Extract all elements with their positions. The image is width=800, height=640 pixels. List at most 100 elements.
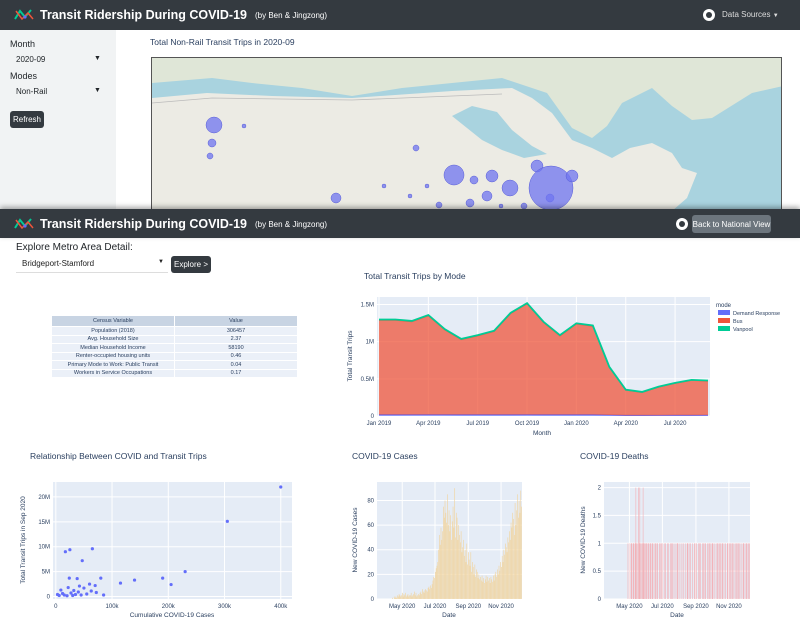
- github-icon[interactable]: [703, 9, 715, 21]
- bar: [418, 594, 419, 599]
- bar: [407, 594, 409, 599]
- bar: [637, 543, 639, 599]
- national-map[interactable]: [151, 57, 782, 210]
- bar: [662, 543, 664, 599]
- scatter-point: [94, 590, 98, 595]
- scatter-point: [75, 576, 79, 581]
- caret-down-icon: ▼: [772, 13, 779, 19]
- bar: [723, 543, 725, 599]
- scatter-point: [93, 583, 97, 588]
- mode-chart-title: Total Transit Trips by Mode: [364, 271, 466, 281]
- bar: [426, 590, 427, 599]
- bar: [635, 487, 637, 599]
- bar: [738, 543, 739, 599]
- metro-select[interactable]: Bridgeport-Stamford ▼: [16, 256, 168, 273]
- y-tick-label: 5M: [42, 570, 50, 576]
- data-sources-dropdown[interactable]: Data Sources ▼: [722, 10, 779, 19]
- month-select[interactable]: 2020-09 ▼: [16, 55, 101, 64]
- modes-select[interactable]: Non-Rail ▼: [16, 87, 101, 96]
- legend[interactable]: Demand Response Bus Vanpool: [718, 310, 780, 333]
- refresh-button[interactable]: Refresh: [10, 111, 44, 128]
- bar: [686, 543, 688, 599]
- bar: [405, 592, 406, 599]
- bar: [746, 543, 748, 599]
- bar: [392, 597, 393, 599]
- scatter-point: [62, 593, 66, 597]
- metro-detail-heading: Explore Metro Area Detail:: [16, 242, 133, 253]
- x-tick-label: Oct 2019: [515, 421, 540, 427]
- bar: [720, 543, 722, 599]
- bar: [748, 543, 749, 599]
- bar: [707, 543, 708, 599]
- bar: [480, 580, 482, 599]
- deaths-chart[interactable]: May 2020 Jul 2020 Sep 2020 Nov 2020 0 0.5 1 1.…: [574, 478, 756, 622]
- bar: [410, 595, 411, 599]
- bar: [476, 571, 478, 599]
- scatter-point: [72, 588, 76, 593]
- scatter-point: [85, 592, 89, 596]
- bar: [639, 487, 641, 599]
- bar: [433, 576, 435, 599]
- bar: [443, 506, 444, 599]
- bar: [506, 552, 508, 599]
- scatter-chart[interactable]: 0 100k 200k 300k 400k 0 5M 10M 15M 20M Cumulativ…: [12, 478, 302, 622]
- mode-chart[interactable]: Jan 2019 Apr 2019 Jul 2019 Oct 2019 Jan 2020…: [340, 288, 790, 440]
- bar: [459, 542, 461, 599]
- transit-logo-icon: [14, 9, 34, 21]
- bar: [489, 582, 491, 599]
- y-tick-label: 20: [367, 572, 374, 578]
- bar: [629, 543, 631, 599]
- brand[interactable]: Transit Ridership During COVID-19 (by Be…: [14, 216, 327, 232]
- x-axis-ticks: May 2020 Jul 2020 Sep 2020 Nov 2020: [616, 604, 742, 610]
- bar: [507, 537, 509, 599]
- bar: [734, 543, 736, 599]
- x-axis-ticks: May 2020 Jul 2020 Sep 2020 Nov 2020: [389, 604, 514, 610]
- x-tick-label: Jan 2019: [367, 421, 392, 427]
- cases-chart[interactable]: May 2020 Jul 2020 Sep 2020 Nov 2020 0 20 40 60…: [346, 478, 528, 622]
- scatter-point: [279, 485, 283, 489]
- bar: [650, 543, 651, 599]
- legend-swatch: [718, 318, 730, 323]
- bar: [474, 564, 476, 599]
- bar: [450, 515, 451, 599]
- explore-button[interactable]: Explore >: [171, 256, 211, 273]
- bar: [414, 591, 415, 599]
- brand[interactable]: Transit Ridership During COVID-19 (by Be…: [14, 7, 327, 23]
- scatter-point: [79, 593, 83, 597]
- bar: [640, 543, 641, 599]
- y-tick-label: 0: [47, 595, 51, 601]
- bar: [633, 543, 635, 599]
- bar: [667, 543, 668, 599]
- y-axis-title: New COVID-19 Deaths: [580, 506, 587, 574]
- bar: [406, 595, 408, 599]
- bar: [703, 543, 704, 599]
- bar: [462, 547, 464, 599]
- bar: [512, 512, 514, 599]
- bar: [513, 518, 514, 599]
- bar: [432, 580, 434, 599]
- bar: [737, 543, 739, 599]
- bar: [480, 576, 481, 599]
- bar: [508, 542, 509, 599]
- y-tick-label: 0: [598, 597, 602, 603]
- bar: [412, 595, 414, 599]
- caret-down-icon: ▼: [158, 259, 164, 265]
- scatter-point: [80, 559, 84, 563]
- bubble: [469, 175, 479, 185]
- bubble: [206, 152, 214, 160]
- scatter-point: [183, 570, 187, 574]
- scatter-point: [90, 547, 94, 551]
- y-tick-label: 0: [371, 414, 375, 420]
- bar: [733, 543, 735, 599]
- x-axis-ticks: Jan 2019 Apr 2019 Jul 2019 Oct 2019 Jan 2020…: [367, 421, 687, 427]
- cases-chart-title: COVID-19 Cases: [352, 451, 418, 461]
- plot-area: [53, 482, 292, 599]
- x-tick-label: May 2020: [389, 604, 416, 610]
- x-tick-label: 100k: [106, 604, 120, 610]
- bar: [423, 592, 425, 599]
- x-axis-title: Date: [442, 612, 456, 619]
- github-icon[interactable]: [676, 218, 688, 230]
- x-tick-label: Jul 2020: [651, 604, 674, 610]
- bar: [490, 576, 492, 599]
- back-to-national-button[interactable]: Back to National View: [692, 215, 771, 233]
